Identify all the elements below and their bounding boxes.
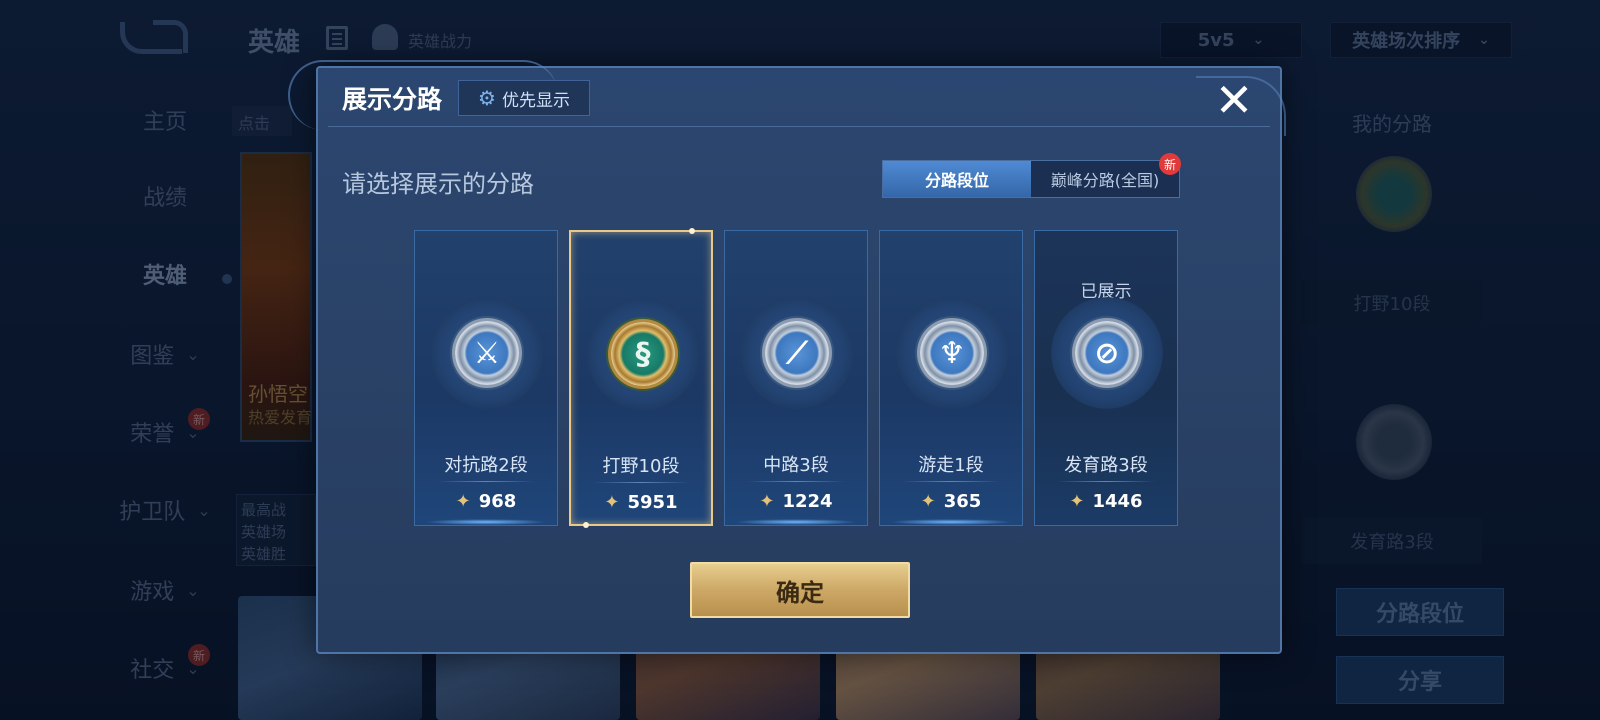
lane-emblem: ⚔ [431, 297, 543, 409]
lane-glow [425, 519, 547, 525]
lane-name: 对抗路2段 [444, 455, 528, 476]
lane-list: ⚔ 对抗路2段 ✦ 968 § 打野10段 ✦ 5951 ⟋ 中路3段 ✦ 12… [414, 228, 1184, 528]
dialog-title: 展示分路 [342, 85, 443, 114]
lane-name: 中路3段 [763, 455, 829, 476]
lane-card-farm[interactable]: 已展示 ⊘ 发育路3段 ✦ 1446 [1034, 230, 1178, 526]
lane-score: ✦ 1224 [725, 491, 867, 512]
lane-emblem: ⟋ [741, 297, 853, 409]
priority-display-label: 优先显示 [501, 90, 570, 111]
lane-divider [437, 481, 535, 482]
lane-card-roam[interactable]: ♆ 游走1段 ✦ 365 [879, 230, 1023, 526]
lane-glow [890, 519, 1012, 525]
lane-score-value: 1446 [1092, 491, 1143, 512]
lane-name: 游走1段 [918, 455, 984, 476]
lane-name: 发育路3段 [1064, 455, 1148, 476]
bow-icon: ⊘ [1075, 321, 1139, 385]
wings-icon: ♆ [920, 321, 984, 385]
lane-score: ✦ 968 [415, 491, 557, 512]
rank-points-icon: ✦ [759, 491, 775, 512]
lane-emblem: § [587, 298, 699, 410]
selection-corner-dot [689, 228, 695, 234]
rank-points-icon: ✦ [920, 491, 936, 512]
lane-divider [1057, 481, 1155, 482]
lane-divider [593, 482, 689, 483]
lane-score-value: 1224 [782, 491, 833, 512]
lane-card-top[interactable]: ⚔ 对抗路2段 ✦ 968 [414, 230, 558, 526]
lane-score: ✦ 5951 [571, 492, 711, 513]
lane-name: 打野10段 [602, 456, 680, 477]
selection-corner-dot [583, 522, 589, 528]
confirm-button[interactable]: 确定 [690, 562, 910, 618]
lane-score-value: 365 [943, 491, 982, 512]
rank-points-icon: ✦ [1069, 491, 1085, 512]
sword-shield-icon: ⚔ [455, 321, 519, 385]
tab-peak-lane-label: 巅峰分路(全国) [1050, 171, 1160, 190]
lane-score-value: 968 [478, 491, 517, 512]
lane-score: ✦ 365 [880, 491, 1022, 512]
lane-mode-toggle: 分路段位 巅峰分路(全国) 新 [882, 153, 1181, 198]
gear-icon: ⚙ [478, 86, 496, 110]
lane-score: ✦ 1446 [1035, 491, 1177, 512]
rank-points-icon: ✦ [604, 492, 620, 513]
rank-points-icon: ✦ [455, 491, 471, 512]
lane-glow [735, 519, 857, 525]
dragon-icon: § [611, 322, 675, 386]
close-icon[interactable]: ✕ [1210, 76, 1258, 124]
tab-lane-rank[interactable]: 分路段位 [883, 161, 1031, 197]
lane-display-dialog: 展示分路 ⚙ 优先显示 ✕ 请选择展示的分路 分路段位 巅峰分路(全国) 新 ⚔… [288, 60, 1286, 654]
lane-divider [902, 481, 1000, 482]
lane-card-mid[interactable]: ⟋ 中路3段 ✦ 1224 [724, 230, 868, 526]
lane-emblem: ⊘ [1051, 297, 1163, 409]
lane-score-value: 5951 [627, 492, 678, 513]
priority-display-button[interactable]: ⚙ 优先显示 [458, 80, 590, 116]
lane-card-jungle[interactable]: § 打野10段 ✦ 5951 [569, 228, 713, 528]
new-badge: 新 [1159, 153, 1181, 175]
dialog-subtitle: 请选择展示的分路 [342, 170, 534, 198]
lane-emblem: ♆ [896, 297, 1008, 409]
lane-divider [747, 481, 845, 482]
tab-peak-lane[interactable]: 巅峰分路(全国) 新 [1031, 153, 1181, 197]
staff-icon: ⟋ [765, 321, 829, 385]
